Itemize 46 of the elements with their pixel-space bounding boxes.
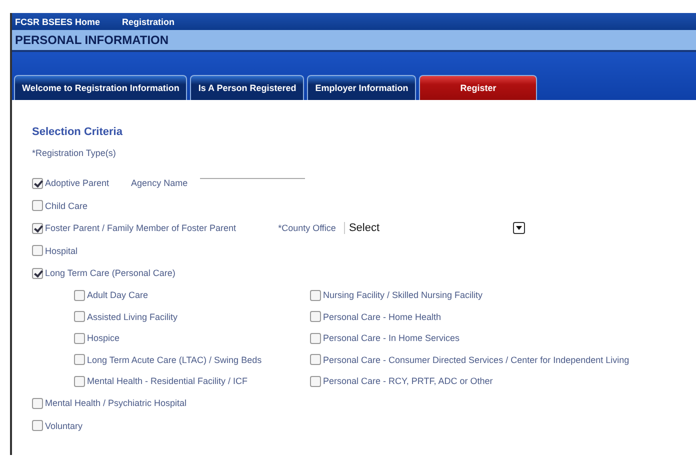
option-label: Personal Care - In Home Services [323, 333, 460, 344]
county-dropdown[interactable]: Select [344, 222, 525, 234]
checkbox[interactable] [310, 354, 321, 366]
tab[interactable]: Is A Person Registered [190, 75, 304, 100]
field-label: *County Office [278, 223, 336, 234]
field-label: Agency Name [131, 178, 188, 188]
option-label: Hospice [87, 333, 120, 344]
option-label: Personal Care - RCY, PRTF, ADC or Other [323, 376, 493, 386]
checkbox[interactable] [74, 290, 85, 301]
checkbox[interactable] [310, 376, 321, 387]
option-label: Nursing Facility / Skilled Nursing Facility [323, 290, 483, 300]
checkbox[interactable] [310, 332, 321, 344]
checkbox[interactable] [32, 398, 43, 409]
option-label: Mental Health / Psychiatric Hospital [45, 398, 187, 408]
option-label: Hospital [45, 246, 78, 256]
page-title: PERSONAL INFORMATION [15, 33, 169, 47]
option-label: Mental Health - Residential Facility / ICF [87, 376, 248, 386]
option-label: Long Term Care (Personal Care) [45, 268, 176, 278]
option-label: Assisted Living Facility [87, 312, 178, 322]
checkbox[interactable] [74, 332, 85, 344]
option-label: Long Term Acute Care (LTAC) / Swing Beds [87, 354, 262, 365]
checkbox[interactable] [74, 311, 85, 322]
checkbox[interactable] [32, 222, 43, 234]
section-title: Selection Criteria [32, 126, 124, 138]
checkbox[interactable] [74, 376, 85, 387]
nav-link[interactable]: Registration [122, 16, 175, 26]
option-label: Personal Care - Consumer Directed Services / Center for Independent Living [323, 354, 630, 365]
field-label: *Registration Type(s) [32, 148, 117, 158]
tab[interactable]: Register [419, 75, 538, 100]
checkbox[interactable] [310, 290, 321, 301]
option-label: Adult Day Care [87, 290, 148, 300]
checkbox[interactable] [32, 245, 43, 256]
checkbox[interactable] [32, 200, 43, 212]
checkbox[interactable] [32, 420, 43, 432]
option-label: Adoptive Parent [45, 178, 110, 188]
option-label: Foster Parent / Family Member of Foster Parent [45, 223, 236, 234]
tab[interactable]: Welcome to Registration Information [14, 75, 188, 100]
option-label: Child Care [45, 200, 88, 211]
checkbox[interactable] [32, 178, 43, 189]
nav-link[interactable]: FCSR BSEES Home [15, 16, 100, 26]
checkbox[interactable] [32, 268, 43, 279]
checkbox[interactable] [74, 354, 85, 366]
tab[interactable]: Employer Information [307, 75, 416, 100]
checkbox[interactable] [310, 311, 321, 322]
option-label: Personal Care - Home Health [323, 312, 442, 322]
option-label: Voluntary [45, 420, 83, 431]
